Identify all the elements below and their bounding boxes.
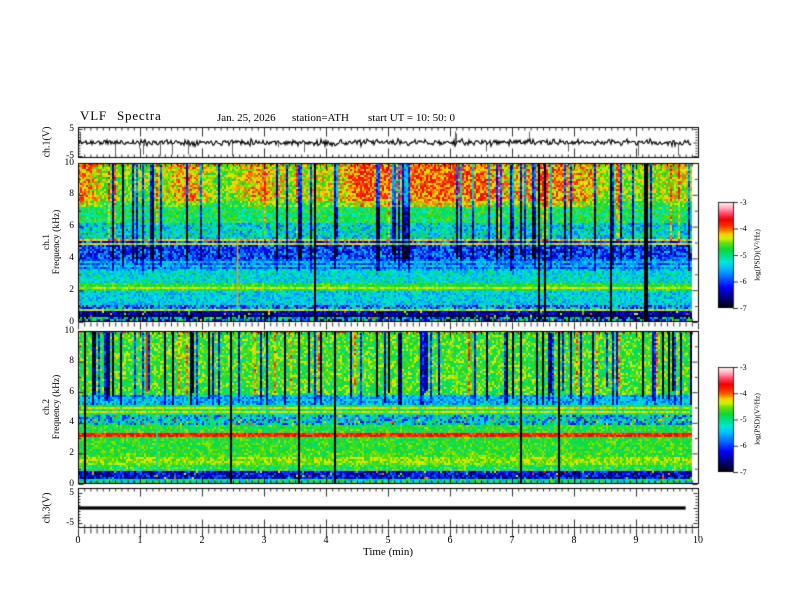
x-tick-label: 3 [261, 535, 267, 546]
colorbar-tick-label: -6 [740, 441, 747, 451]
x-tick-label: 0 [75, 535, 81, 546]
x-tick-label: 4 [323, 535, 329, 546]
colorbar-tick-label: -5 [740, 250, 747, 260]
x-tick-label: 2 [199, 535, 205, 546]
y-tick-label: -5 [66, 150, 74, 161]
colorbar-tick-label: -4 [740, 224, 747, 233]
ylabel-ch1-voltage: ch.1(V) [41, 126, 53, 158]
colorbar-tick-label: -3 [740, 197, 747, 207]
colorbar-tick-label: -3 [740, 362, 747, 372]
y-tick-label: 8 [69, 356, 74, 367]
x-tick-label: 7 [509, 535, 515, 546]
colorbar-tick-label: -5 [740, 415, 747, 424]
colorbar-tick-label: -7 [740, 467, 747, 477]
x-tick-label: 1 [137, 535, 143, 546]
y-tick-label: 4 [69, 252, 74, 263]
vlf-spectra-figure: VLF Spectra Jan. 25, 2026 station=ATH st… [0, 0, 792, 612]
colorbar-tick-label: -4 [740, 388, 747, 398]
x-axis-title: Time (min) [362, 546, 414, 558]
x-tick-label: 9 [633, 535, 639, 546]
x-tick-label: 8 [571, 535, 577, 546]
y-tick-label: 4 [69, 417, 74, 428]
x-tick-label: 5 [385, 535, 391, 546]
ylabel-ch2-line: ch.2 [42, 398, 52, 416]
header-station: station=ATH [292, 112, 349, 124]
ylabel-ch2-frequency: ch.2 Frequency (kHz) [42, 375, 62, 440]
y-tick-label: 2 [69, 284, 74, 295]
header-date: Jan. 25, 2026 [217, 112, 276, 124]
ylabel-ch1-frequency: ch.1 Frequency (kHz) [42, 210, 62, 275]
y-tick-label: 5 [69, 487, 74, 498]
x-tick-label: 10 [693, 535, 703, 546]
ylabel-frequency-line: Frequency (kHz) [52, 374, 62, 440]
ylabel-ch3-voltage: ch.3(V) [41, 492, 53, 524]
y-tick-label: 6 [69, 386, 74, 397]
y-tick-label: 10 [64, 325, 75, 336]
header-start-ut: start UT = 10: 50: 0 [368, 112, 455, 124]
figure-canvas [0, 0, 792, 612]
colorbar-tick-label: -6 [740, 277, 747, 286]
y-tick-label: 5 [69, 123, 74, 134]
y-tick-label: 6 [69, 221, 74, 232]
chart-title: VLF Spectra [80, 108, 162, 123]
colorbar-tick-label: -7 [740, 303, 747, 313]
y-tick-label: 2 [69, 447, 74, 458]
x-tick-label: 6 [447, 535, 453, 546]
ylabel-frequency-line: Frequency (kHz) [52, 209, 62, 275]
y-tick-label: 8 [69, 189, 74, 200]
y-tick-label: -5 [66, 517, 74, 528]
ylabel-ch1-line: ch.1 [42, 233, 52, 251]
